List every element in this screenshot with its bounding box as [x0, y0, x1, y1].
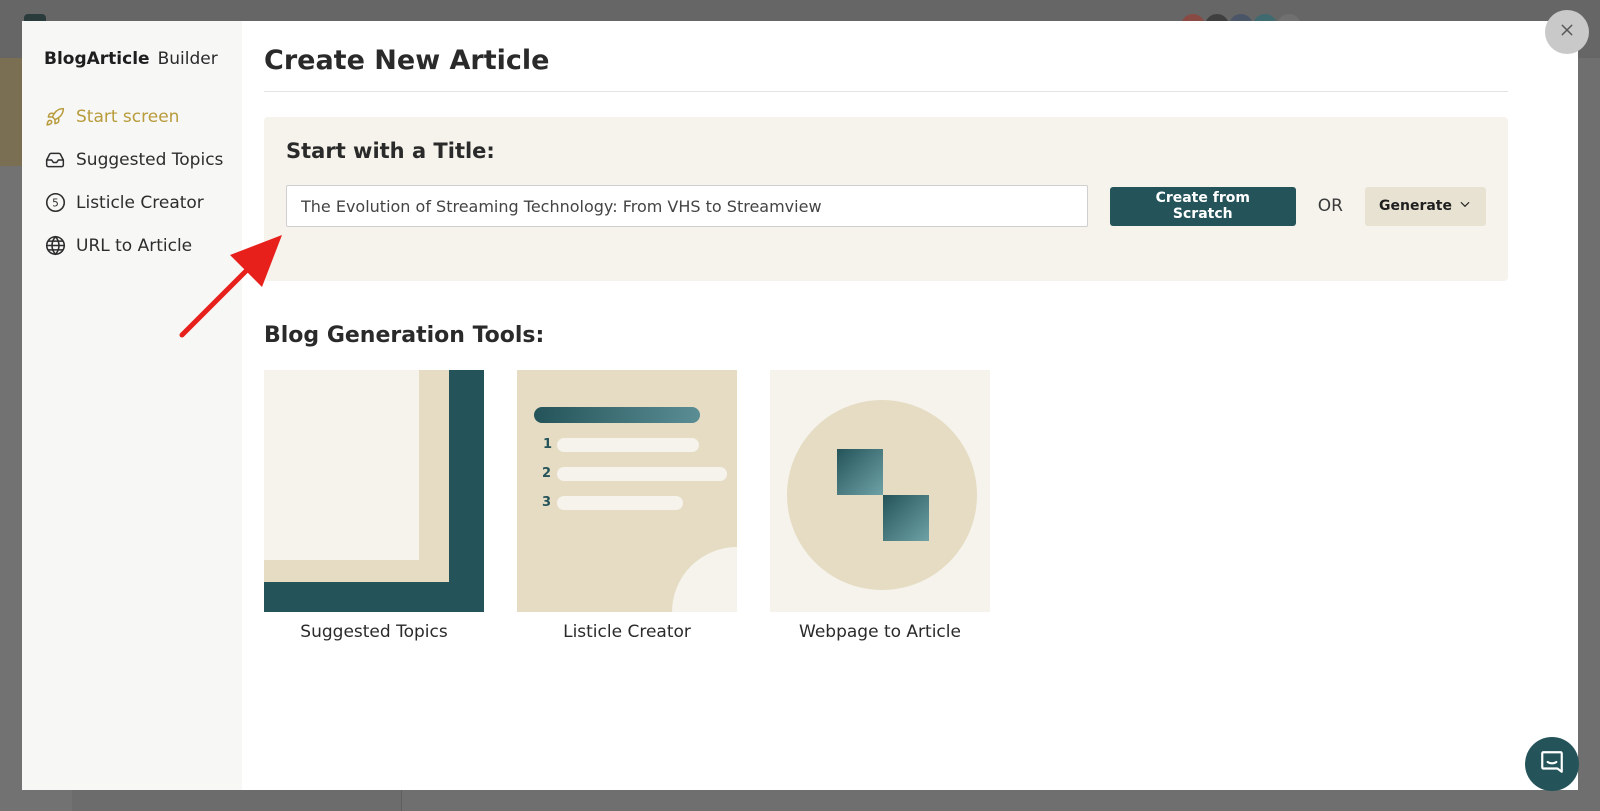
chevron-down-icon	[1458, 197, 1472, 215]
globe-icon	[44, 235, 66, 257]
sidebar-item-listicle-creator[interactable]: 5 Listicle Creator	[44, 181, 242, 224]
webpage-to-article-illustration	[770, 370, 990, 612]
brand: BlogArticle Builder	[44, 49, 242, 69]
sidebar-item-suggested-topics[interactable]: Suggested Topics	[44, 138, 242, 181]
modal-main: Create New Article Start with a Title: C…	[242, 21, 1578, 790]
sidebar-item-start-screen[interactable]: Start screen	[44, 95, 242, 138]
close-icon	[1559, 22, 1575, 42]
chat-icon	[1539, 749, 1565, 779]
tools-heading: Blog Generation Tools:	[264, 323, 545, 348]
rocket-icon	[44, 106, 66, 128]
tools-row: Suggested Topics 1 2 3 Listicle Creator …	[264, 370, 1578, 642]
tool-card-webpage-to-article[interactable]: Webpage to Article	[770, 370, 990, 642]
tool-card-label: Suggested Topics	[300, 622, 448, 642]
create-from-scratch-button[interactable]: Create from Scratch	[1109, 186, 1296, 226]
start-heading: Start with a Title:	[286, 139, 495, 163]
tool-card-suggested-topics[interactable]: Suggested Topics	[264, 370, 484, 642]
page-title: Create New Article	[264, 43, 1508, 92]
sidebar-item-label: Suggested Topics	[76, 149, 224, 170]
brand-name: BlogArticle	[44, 49, 150, 69]
close-modal-button[interactable]	[1545, 10, 1589, 54]
inbox-icon	[44, 149, 66, 171]
annotation-arrow	[179, 235, 282, 338]
svg-text:5: 5	[52, 197, 59, 209]
background-sidebar-accent	[0, 58, 22, 166]
chat-launcher-button[interactable]	[1525, 737, 1579, 791]
list-number: 3	[542, 495, 552, 510]
create-article-modal: BlogArticle Builder Start screen Suggest…	[22, 21, 1578, 790]
brand-suffix: Builder	[157, 49, 218, 69]
sidebar-item-label: Start screen	[76, 106, 180, 127]
tool-card-label: Listicle Creator	[563, 622, 691, 642]
suggested-topics-illustration	[264, 370, 484, 612]
start-with-title-panel: Start with a Title: Create from Scratch …	[264, 117, 1508, 281]
generate-dropdown-button[interactable]: Generate	[1365, 186, 1486, 226]
list-number: 2	[542, 466, 552, 481]
generate-label: Generate	[1379, 198, 1452, 214]
listicle-creator-illustration: 1 2 3	[517, 370, 737, 612]
number-five-icon: 5	[44, 192, 66, 214]
title-input-row: Create from Scratch OR Generate	[286, 185, 1486, 227]
modal-sidebar: BlogArticle Builder Start screen Suggest…	[22, 21, 242, 790]
tool-card-label: Webpage to Article	[799, 622, 961, 642]
or-separator: OR	[1317, 196, 1343, 216]
tool-card-listicle-creator[interactable]: 1 2 3 Listicle Creator	[517, 370, 737, 642]
sidebar-item-label: Listicle Creator	[76, 192, 204, 213]
list-number: 1	[543, 437, 553, 452]
title-input[interactable]	[286, 185, 1088, 227]
